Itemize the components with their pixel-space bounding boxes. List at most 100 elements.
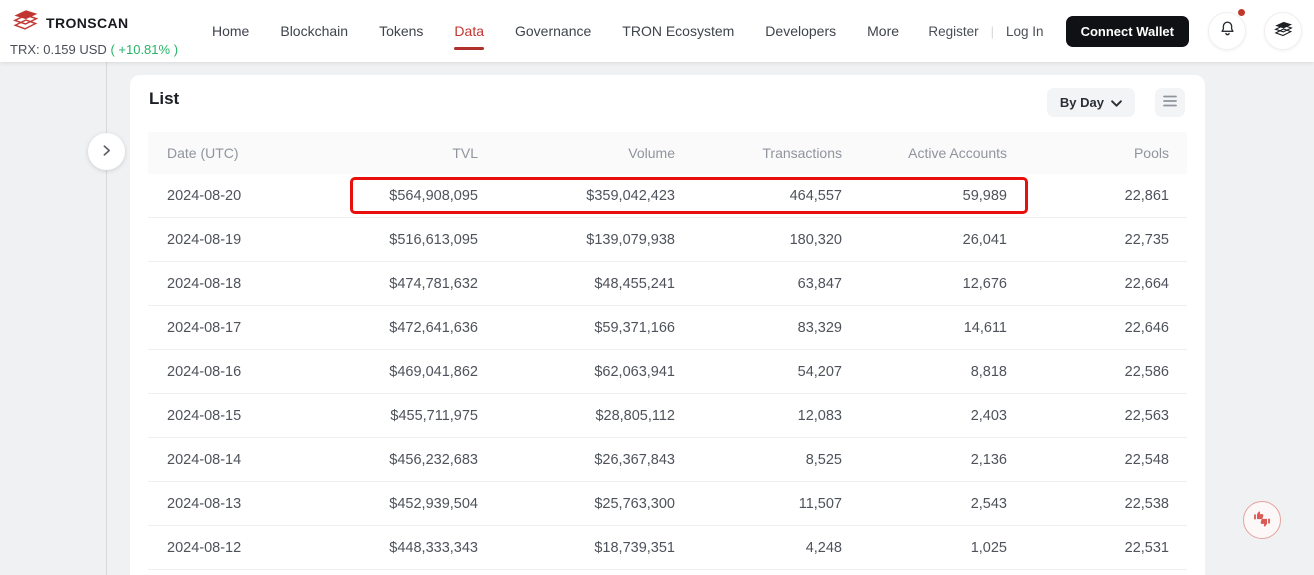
cell-tvl: $564,908,095 <box>298 188 478 204</box>
top-header: TRONSCAN TRX: 0.159 USD ( +10.81% ) Home… <box>0 0 1314 62</box>
cell-transactions: 83,329 <box>675 320 842 336</box>
cell-tvl: $455,711,975 <box>298 408 478 424</box>
table-row: 2024-08-17 $472,641,636 $59,371,166 83,3… <box>148 306 1187 350</box>
nav-item[interactable]: Blockchain <box>280 0 348 62</box>
nav-item[interactable]: Home <box>212 0 249 62</box>
register-link[interactable]: Register <box>928 24 978 39</box>
thumbs-feedback-icon <box>1252 509 1272 532</box>
cell-date: 2024-08-12 <box>148 540 298 556</box>
nav-item[interactable]: Governance <box>515 0 591 62</box>
cell-active-accounts: 2,403 <box>842 408 1007 424</box>
cell-active-accounts: 14,611 <box>842 320 1007 336</box>
cell-transactions: 8,525 <box>675 452 842 468</box>
cell-active-accounts: 8,818 <box>842 364 1007 380</box>
interval-dropdown[interactable]: By Day <box>1047 88 1135 117</box>
cell-active-accounts: 2,543 <box>842 496 1007 512</box>
column-header: Pools <box>1007 145 1187 161</box>
nav-item-label: Blockchain <box>280 23 348 39</box>
resources-button[interactable] <box>1264 12 1302 50</box>
sidebar-expand-button[interactable] <box>88 133 125 170</box>
cell-active-accounts: 2,136 <box>842 452 1007 468</box>
nav-item[interactable]: Developers <box>765 0 836 62</box>
table-row: 2024-08-13 $452,939,504 $25,763,300 11,5… <box>148 482 1187 526</box>
chevron-down-icon <box>1111 95 1122 110</box>
table-row: 2024-08-18 $474,781,632 $48,455,241 63,8… <box>148 262 1187 306</box>
cell-pools: 22,646 <box>1007 320 1187 336</box>
feedback-button[interactable] <box>1243 501 1281 539</box>
cell-transactions: 464,557 <box>675 188 842 204</box>
interval-dropdown-label: By Day <box>1060 95 1104 110</box>
nav-item[interactable]: More <box>867 0 899 62</box>
table-controls: By Day <box>1047 88 1185 117</box>
connect-wallet-button[interactable]: Connect Wallet <box>1066 16 1189 47</box>
nav-item[interactable]: Tokens <box>379 0 423 62</box>
table-row: 2024-08-19 $516,613,095 $139,079,938 180… <box>148 218 1187 262</box>
cell-pools: 22,735 <box>1007 232 1187 248</box>
column-header: Active Accounts <box>842 145 1007 161</box>
cell-active-accounts: 26,041 <box>842 232 1007 248</box>
cell-date: 2024-08-13 <box>148 496 298 512</box>
cell-pools: 22,664 <box>1007 276 1187 292</box>
cell-volume: $25,763,300 <box>478 496 675 512</box>
cell-active-accounts: 59,989 <box>842 188 1007 204</box>
cell-volume: $359,042,423 <box>478 188 675 204</box>
cell-pools: 22,548 <box>1007 452 1187 468</box>
header-right: Register | Log In Connect Wallet <box>928 0 1302 62</box>
tronscan-logo-icon <box>10 6 40 39</box>
login-link[interactable]: Log In <box>1006 24 1044 39</box>
table-body: 2024-08-20 $564,908,095 $359,042,423 464… <box>148 174 1187 570</box>
nav-item[interactable]: Data <box>454 0 484 62</box>
cell-date: 2024-08-14 <box>148 452 298 468</box>
column-header: TVL <box>298 145 478 161</box>
nav-item-label: More <box>867 23 899 39</box>
cell-volume: $18,739,351 <box>478 540 675 556</box>
chevron-right-icon <box>100 144 113 160</box>
cell-transactions: 180,320 <box>675 232 842 248</box>
cell-volume: $59,371,166 <box>478 320 675 336</box>
cell-volume: $28,805,112 <box>478 408 675 424</box>
cell-tvl: $456,232,683 <box>298 452 478 468</box>
table-header-row: Date (UTC)TVLVolumeTransactionsActive Ac… <box>148 132 1187 174</box>
cell-transactions: 63,847 <box>675 276 842 292</box>
cell-transactions: 4,248 <box>675 540 842 556</box>
trx-change: ( +10.81% ) <box>110 42 178 57</box>
auth-separator: | <box>991 24 994 39</box>
nav-item-label: Governance <box>515 23 591 39</box>
cell-pools: 22,861 <box>1007 188 1187 204</box>
table-row: 2024-08-12 $448,333,343 $18,739,351 4,24… <box>148 526 1187 570</box>
cell-volume: $62,063,941 <box>478 364 675 380</box>
trx-price-line: TRX: 0.159 USD ( +10.81% ) <box>10 42 178 57</box>
cell-volume: $48,455,241 <box>478 276 675 292</box>
notification-dot <box>1238 9 1245 16</box>
cell-tvl: $448,333,343 <box>298 540 478 556</box>
table-row: 2024-08-16 $469,041,862 $62,063,941 54,2… <box>148 350 1187 394</box>
cell-volume: $26,367,843 <box>478 452 675 468</box>
cell-date: 2024-08-20 <box>148 188 298 204</box>
column-header: Date (UTC) <box>148 145 298 161</box>
tronscan-logo[interactable]: TRONSCAN TRX: 0.159 USD ( +10.81% ) <box>10 6 178 57</box>
cell-pools: 22,538 <box>1007 496 1187 512</box>
cell-active-accounts: 1,025 <box>842 540 1007 556</box>
nav-item-label: Developers <box>765 23 836 39</box>
brand-name: TRONSCAN <box>46 15 129 31</box>
cell-volume: $139,079,938 <box>478 232 675 248</box>
nav-item-label: TRON Ecosystem <box>622 23 734 39</box>
cell-transactions: 11,507 <box>675 496 842 512</box>
data-list-card: List By Day Date (UTC)TVLVolumeTransacti… <box>130 75 1205 575</box>
main-nav: Home Blockchain Tokens Data Governance T… <box>212 0 899 62</box>
cell-tvl: $452,939,504 <box>298 496 478 512</box>
table-row: 2024-08-15 $455,711,975 $28,805,112 12,0… <box>148 394 1187 438</box>
trx-price: TRX: 0.159 USD <box>10 42 107 57</box>
nav-item[interactable]: TRON Ecosystem <box>622 0 734 62</box>
cell-active-accounts: 12,676 <box>842 276 1007 292</box>
cell-pools: 22,586 <box>1007 364 1187 380</box>
nav-item-label: Data <box>454 23 484 39</box>
cell-transactions: 12,083 <box>675 408 842 424</box>
column-header: Volume <box>478 145 675 161</box>
cell-date: 2024-08-16 <box>148 364 298 380</box>
table-menu-button[interactable] <box>1155 88 1185 117</box>
nav-item-label: Home <box>212 23 249 39</box>
cell-date: 2024-08-15 <box>148 408 298 424</box>
column-header: Transactions <box>675 145 842 161</box>
notifications-button[interactable] <box>1208 12 1246 50</box>
